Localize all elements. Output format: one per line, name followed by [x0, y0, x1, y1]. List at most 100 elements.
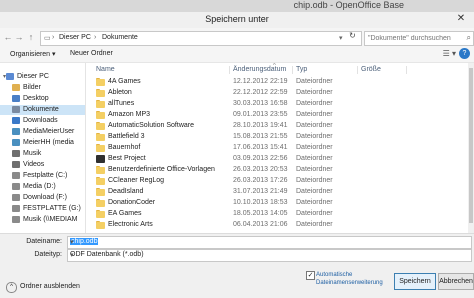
filetype-select[interactable]: ODF Datenbank (*.odb) ▾ [67, 249, 472, 262]
address-bar[interactable]: ▭ › Dieser PC › Dokumente ▾ [40, 31, 362, 46]
file-type: Dateiordner [296, 155, 333, 162]
downloads-icon [12, 117, 20, 124]
address-dropdown-icon[interactable]: ▾ [339, 34, 343, 42]
documents-icon [12, 106, 20, 113]
filename-field[interactable]: chip.odb ▾ [67, 236, 472, 249]
background-window-titlebar: chip.odb - OpenOffice Base [0, 0, 474, 12]
view-options-icon[interactable]: ☰ ▾ [443, 49, 456, 58]
column-divider[interactable] [406, 66, 407, 74]
filetype-dropdown-icon[interactable]: ▾ [70, 251, 469, 259]
file-type: Dateiordner [296, 122, 333, 129]
file-row[interactable]: DeadIsland 31.07.2013 21:49 Dateiordner [86, 187, 474, 198]
file-row[interactable]: Best Project 03.09.2013 22:56 Dateiordner [86, 154, 474, 165]
auto-extension-label[interactable]: Automatische Dateinamenserweiterung [316, 271, 388, 287]
column-divider[interactable] [229, 66, 230, 74]
nav-item[interactable]: Bilder [0, 83, 85, 93]
file-date: 10.10.2013 18:53 [233, 199, 288, 206]
nav-item[interactable]: Media (D:) [0, 182, 85, 192]
file-row[interactable]: AutomaticSolution Software 28.10.2013 19:… [86, 121, 474, 132]
nav-item-label: Videos [23, 161, 45, 168]
close-icon[interactable]: ✕ [454, 13, 468, 26]
hide-folders-toggle[interactable]: ^ Ordner ausblenden [6, 282, 80, 293]
navigation-pane[interactable]: ▾ Dieser PC Bilder Desktop Dokumente Download… [0, 63, 86, 233]
file-date: 17.06.2013 15:41 [233, 144, 288, 151]
file-name: allTunes [108, 100, 135, 107]
search-input[interactable] [368, 33, 458, 43]
column-divider[interactable] [357, 66, 358, 74]
command-toolbar: Organisieren ▾ Neuer Ordner ☰ ▾ ? [0, 48, 474, 63]
file-row[interactable]: Benutzerdefinierte Office-Vorlagen 26.03.… [86, 165, 474, 176]
file-row[interactable]: Amazon MP3 09.01.2013 23:55 Dateiordner [86, 110, 474, 121]
file-type: Dateiordner [296, 221, 333, 228]
up-arrow-icon[interactable]: ↑ [26, 32, 36, 43]
file-row[interactable]: Electronic Arts 06.04.2013 21:06 Dateiordn… [86, 220, 474, 231]
breadcrumb-documents[interactable]: Dokumente [102, 34, 138, 41]
search-icon[interactable]: ⌕ [467, 33, 471, 43]
hide-folders-label: Ordner ausblenden [20, 283, 80, 290]
file-name: EA Games [108, 210, 142, 217]
file-row[interactable]: Ableton 22.12.2012 22:59 Dateiordner [86, 88, 474, 99]
file-row[interactable]: Battlefield 3 15.08.2013 21:55 Dateiordner [86, 132, 474, 143]
column-header-name[interactable]: Name [96, 66, 115, 73]
network-drive-icon [12, 216, 20, 223]
search-box[interactable]: ⌕ [364, 31, 474, 46]
file-row[interactable]: 4A Games 12.12.2012 22:19 Dateiordner [86, 77, 474, 88]
refresh-icon[interactable]: ↻ [346, 31, 359, 44]
dialog-title: Speichern unter [205, 14, 269, 24]
file-row[interactable]: allTunes 30.03.2013 16:58 Dateiordner [86, 99, 474, 110]
folder-icon [96, 78, 105, 86]
file-row[interactable]: Bauernhof 17.06.2013 15:41 Dateiordner [86, 143, 474, 154]
folder-icon [96, 221, 105, 229]
nav-item[interactable]: ▾ Dieser PC [0, 72, 85, 82]
new-folder-button[interactable]: Neuer Ordner [70, 50, 113, 57]
file-row[interactable]: CCleaner RegLog 26.03.2013 17:26 Dateiordn… [86, 176, 474, 187]
file-name: Best Project [108, 155, 146, 162]
filename-dropdown-icon[interactable]: ▾ [70, 238, 469, 246]
nav-item-label: Dieser PC [17, 73, 49, 80]
nav-item[interactable]: Musik [0, 149, 85, 159]
nav-item[interactable]: Dokumente [0, 105, 85, 115]
scrollbar-thumb[interactable] [469, 68, 473, 223]
nav-item-label: Download (F:) [23, 194, 67, 201]
column-header-size[interactable]: Größe [361, 66, 381, 73]
nav-item-label: FESTPLATTE (G:) [23, 205, 81, 212]
save-button[interactable]: Speichern [394, 273, 436, 290]
auto-extension-checkbox[interactable]: ✓ [306, 271, 315, 280]
forward-arrow-icon[interactable]: → [14, 32, 24, 43]
filetype-label: Dateityp: [34, 251, 62, 258]
nav-item[interactable]: Download (F:) [0, 193, 85, 203]
cancel-button[interactable]: Abbrechen [438, 273, 474, 290]
nav-item[interactable]: MeierHH (media [0, 138, 85, 148]
nav-item[interactable]: Downloads [0, 116, 85, 126]
file-list[interactable]: Name ^ Änderungsdatum Typ Größe 4A Games… [86, 63, 474, 233]
file-type: Dateiordner [296, 100, 333, 107]
organize-button[interactable]: Organisieren ▾ [10, 50, 56, 58]
nav-item[interactable]: MediaMeierUser [0, 127, 85, 137]
column-header-type[interactable]: Typ [296, 66, 307, 73]
file-name: DeadIsland [108, 188, 144, 195]
nav-item[interactable]: Musik (\\MEDIAM [0, 215, 85, 225]
folder-icon [96, 122, 105, 130]
nav-item[interactable]: Desktop [0, 94, 85, 104]
file-row[interactable]: EA Games 18.05.2013 14:05 Dateiordner [86, 209, 474, 220]
nav-item[interactable]: FESTPLATTE (G:) [0, 204, 85, 214]
column-divider[interactable] [292, 66, 293, 74]
desktop-icon [12, 95, 20, 102]
breadcrumb-this-pc[interactable]: Dieser PC [59, 34, 91, 41]
folder-icon [96, 111, 105, 119]
nav-item-label: Festplatte (C:) [23, 172, 68, 179]
nav-item-label: MediaMeierUser [23, 128, 75, 135]
dialog-titlebar: Speichern unter ✕ [0, 12, 474, 29]
nav-item[interactable]: Videos [0, 160, 85, 170]
file-date: 26.03.2013 20:53 [233, 166, 288, 173]
file-row[interactable]: DonationCoder 10.10.2013 18:53 Dateiordner [86, 198, 474, 209]
file-name: Battlefield 3 [108, 133, 145, 140]
column-header-date[interactable]: ^ Änderungsdatum [233, 63, 286, 73]
help-icon[interactable]: ? [459, 48, 470, 59]
media-server-icon [12, 139, 20, 146]
back-arrow-icon[interactable]: ← [3, 32, 13, 43]
nav-item-label: Musik (\\MEDIAM [23, 216, 78, 223]
folder-icon [96, 144, 105, 152]
file-date: 12.12.2012 22:19 [233, 78, 288, 85]
nav-item[interactable]: Festplatte (C:) [0, 171, 85, 181]
